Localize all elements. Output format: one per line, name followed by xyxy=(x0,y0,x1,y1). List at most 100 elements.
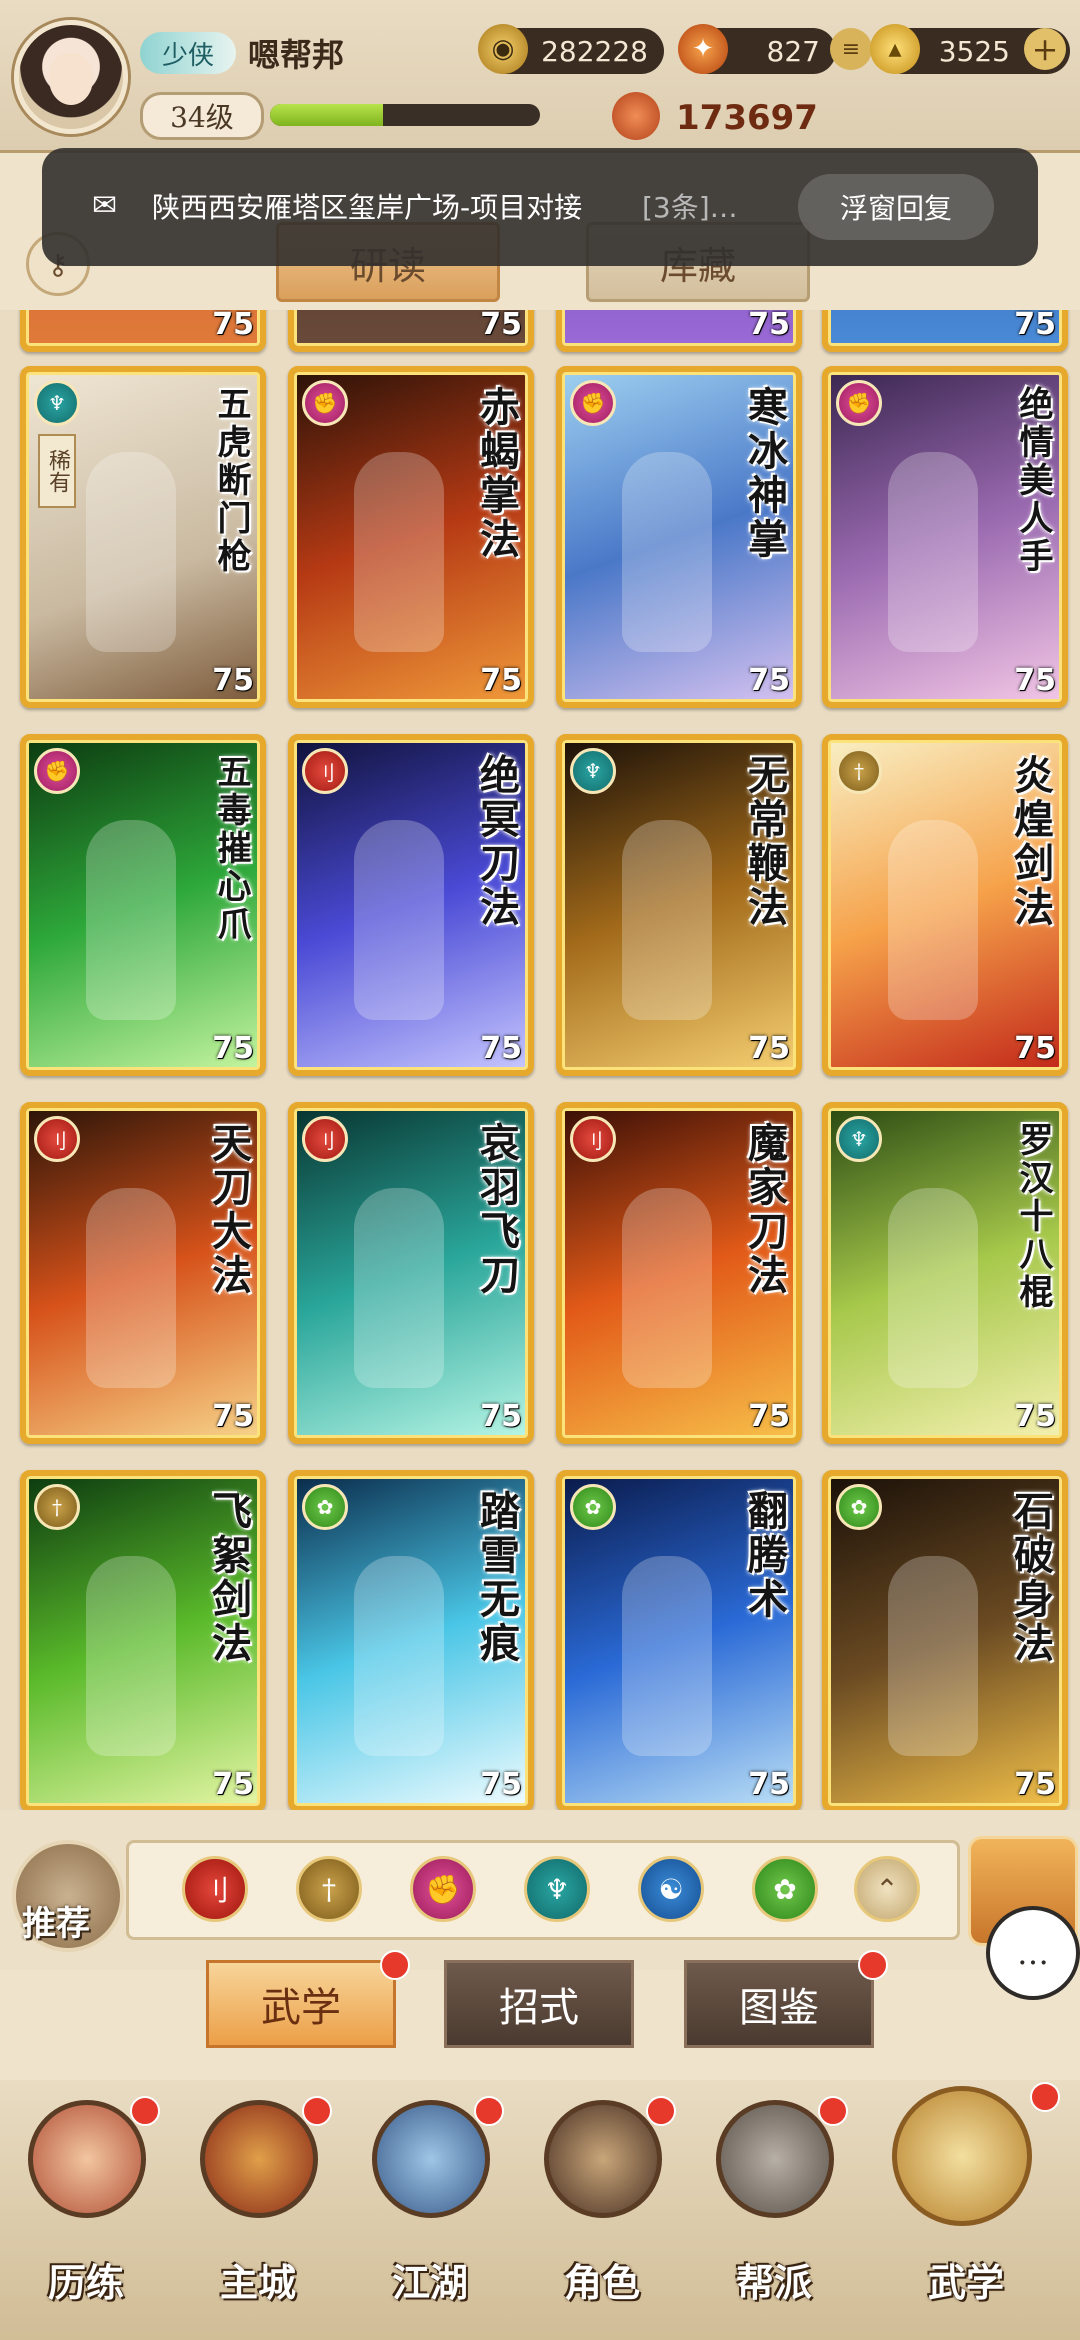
tab-codex[interactable]: 图鉴 xyxy=(684,1960,874,2048)
card-level: 75 xyxy=(1014,663,1056,698)
tab-moves[interactable]: 招式 xyxy=(444,1960,634,2048)
blade-element-icon: 刂 xyxy=(302,748,348,794)
sword-element-icon: † xyxy=(34,1484,80,1530)
fist-element-icon: ✊ xyxy=(570,380,616,426)
card-level: 75 xyxy=(480,1767,522,1802)
reply-button[interactable]: 浮窗回复 xyxy=(798,174,994,240)
fist-element-icon: ✊ xyxy=(302,380,348,426)
character-illustration xyxy=(888,1188,978,1388)
notification-dot xyxy=(474,2096,504,2126)
chat-bubble-icon[interactable]: … xyxy=(986,1906,1080,2000)
card-name: 天刀大法 xyxy=(205,1122,252,1298)
blade-element-icon: 刂 xyxy=(570,1116,616,1162)
skill-card[interactable]: ✊ 寒冰神掌 75 xyxy=(556,366,802,708)
skill-card[interactable]: 刂 天刀大法 75 xyxy=(20,1102,266,1444)
card-level: 75 xyxy=(212,663,254,698)
player-name: 嗯帮邦 xyxy=(248,36,345,74)
skill-card[interactable]: ✿ 踏雪无痕 75 xyxy=(288,1470,534,1810)
gold-ingot-icon: ▴ xyxy=(870,24,920,74)
nav-label: 江湖 xyxy=(391,2260,468,2305)
character-icon xyxy=(544,2100,662,2218)
filter-fist-icon[interactable]: ✊ xyxy=(410,1856,476,1922)
skill-card-grid: 75 75 75 75 ♆ 稀有 五虎断门枪 75 ✊ 赤蝎掌法 75 ✊ 寒冰神掌 75 ✊ 绝情美人手 75… xyxy=(0,310,1080,1810)
character-illustration xyxy=(622,1188,712,1388)
skill-card[interactable]: ✿ 石破身法 75 xyxy=(822,1470,1068,1810)
filter-scroll-up-icon[interactable]: ⌃ xyxy=(854,1856,920,1922)
notification-dot xyxy=(380,1950,410,1980)
notification-count: [3条]… xyxy=(642,191,738,224)
filter-sword-icon[interactable]: † xyxy=(296,1856,362,1922)
card-name: 绝情美人手 xyxy=(1013,386,1053,576)
add-gold-icon[interactable]: + xyxy=(1024,28,1066,70)
nav-jianghu[interactable]: 江湖 xyxy=(350,2096,510,2320)
card-level: 75 xyxy=(748,310,790,342)
character-illustration xyxy=(622,452,712,652)
skill-card[interactable]: 刂 魔家刀法 75 xyxy=(556,1102,802,1444)
character-illustration xyxy=(354,1188,444,1388)
skill-card[interactable]: ♆ 稀有 五虎断门枪 75 xyxy=(20,366,266,708)
character-illustration xyxy=(86,1188,176,1388)
nav-training[interactable]: 历练 xyxy=(6,2096,166,2320)
skill-card-partial[interactable]: 75 xyxy=(20,310,266,352)
skill-card-partial[interactable]: 75 xyxy=(822,310,1068,352)
card-name: 罗汉十八棍 xyxy=(1013,1122,1053,1312)
skill-card[interactable]: ♆ 罗汉十八棍 75 xyxy=(822,1102,1068,1444)
card-level: 75 xyxy=(212,1399,254,1434)
card-level: 75 xyxy=(212,1031,254,1066)
card-level: 75 xyxy=(1014,1767,1056,1802)
city-gate-icon xyxy=(200,2100,318,2218)
filter-leg-icon[interactable]: ✿ xyxy=(752,1856,818,1922)
character-illustration xyxy=(622,1556,712,1756)
card-level: 75 xyxy=(748,1767,790,1802)
wechat-notification[interactable]: ✉ 陕西西安雁塔区玺岸广场-项目对接 [3条]… 浮窗回复 xyxy=(42,148,1038,266)
character-illustration xyxy=(888,820,978,1020)
skill-card-partial[interactable]: 75 xyxy=(556,310,802,352)
card-name: 炎煌剑法 xyxy=(1007,754,1054,930)
nav-martial-arts[interactable]: 武学 xyxy=(880,2082,1060,2320)
filter-fan-icon[interactable]: ♆ xyxy=(524,1856,590,1922)
title-badge: 少侠 xyxy=(140,32,236,74)
skill-card[interactable]: ✊ 五毒摧心爪 75 xyxy=(20,734,266,1076)
skill-card[interactable]: † 飞絮剑法 75 xyxy=(20,1470,266,1810)
skill-card[interactable]: ✿ 翻腾术 75 xyxy=(556,1470,802,1810)
skill-card[interactable]: 刂 绝冥刀法 75 xyxy=(288,734,534,1076)
skill-card[interactable]: ✊ 绝情美人手 75 xyxy=(822,366,1068,708)
notification-dot xyxy=(858,1950,888,1980)
card-name: 寒冰神掌 xyxy=(741,386,788,562)
notification-dot xyxy=(130,2096,160,2126)
nav-label: 武学 xyxy=(927,2260,1004,2305)
skill-card[interactable]: ♆ 无常鞭法 75 xyxy=(556,734,802,1076)
nav-main-city[interactable]: 主城 xyxy=(178,2096,338,2320)
card-level: 75 xyxy=(1014,1399,1056,1434)
skill-card[interactable]: 刂 哀羽飞刀 75 xyxy=(288,1102,534,1444)
filter-yinyang-icon[interactable]: ☯ xyxy=(638,1856,704,1922)
skill-card-partial[interactable]: 75 xyxy=(288,310,534,352)
filter-blade-icon[interactable]: 刂 xyxy=(182,1856,248,1922)
notification-dot xyxy=(818,2096,848,2126)
nav-character[interactable]: 角色 xyxy=(522,2096,682,2320)
blade-element-icon: 刂 xyxy=(34,1116,80,1162)
fire-gem-icon: ✦ xyxy=(678,24,728,74)
gem-plus-icon[interactable]: ≡ xyxy=(830,28,872,70)
character-illustration xyxy=(354,1556,444,1756)
fan-element-icon: ♆ xyxy=(570,748,616,794)
notification-dot xyxy=(1030,2082,1060,2112)
card-level: 75 xyxy=(480,1399,522,1434)
nav-guild[interactable]: 帮派 xyxy=(694,2096,854,2320)
character-illustration xyxy=(86,820,176,1020)
card-level: 75 xyxy=(1014,1031,1056,1066)
blade-element-icon: 刂 xyxy=(302,1116,348,1162)
card-name: 翻腾术 xyxy=(741,1490,788,1622)
card-name: 踏雪无痕 xyxy=(473,1490,520,1666)
card-name: 五毒摧心爪 xyxy=(211,754,251,944)
player-avatar[interactable] xyxy=(14,20,128,134)
card-name: 绝冥刀法 xyxy=(473,754,520,930)
card-name: 哀羽飞刀 xyxy=(473,1122,520,1298)
skill-card[interactable]: ✊ 赤蝎掌法 75 xyxy=(288,366,534,708)
card-name: 飞絮剑法 xyxy=(205,1490,252,1666)
sword-element-icon: † xyxy=(836,748,882,794)
character-illustration xyxy=(354,820,444,1020)
card-name: 五虎断门枪 xyxy=(211,386,251,576)
skill-card[interactable]: † 炎煌剑法 75 xyxy=(822,734,1068,1076)
tab-martial-arts[interactable]: 武学 xyxy=(206,1960,396,2048)
